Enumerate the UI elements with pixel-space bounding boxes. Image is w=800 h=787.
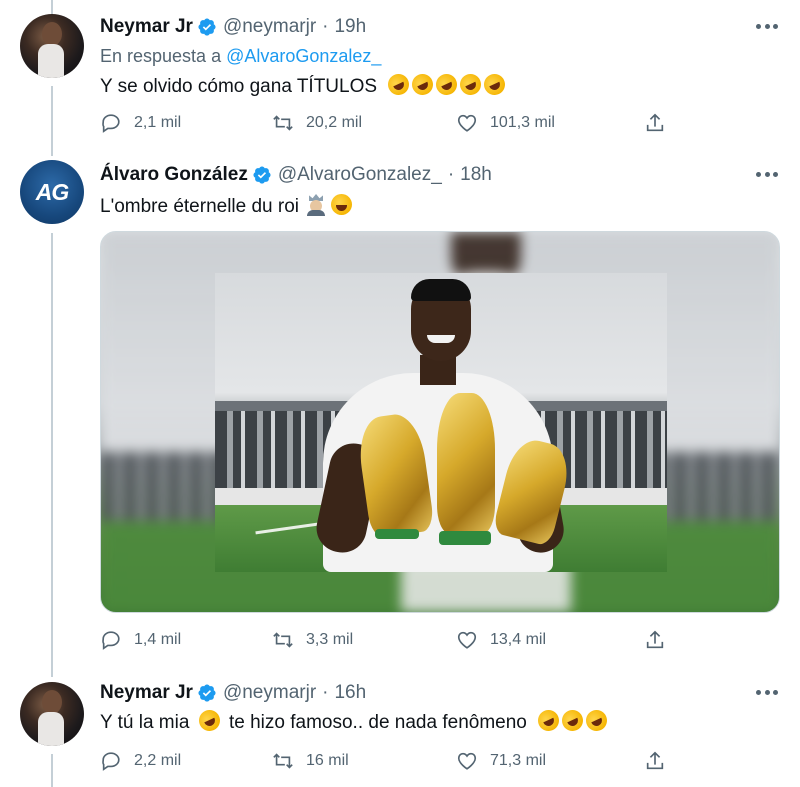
retweet-icon	[273, 115, 293, 131]
tweet[interactable]: Neymar Jr @neymarjr · 19h En respuesta a…	[0, 0, 800, 150]
verified-badge-icon	[198, 684, 216, 702]
tweet-header: Álvaro González @AlvaroGonzalez_ · 18h	[100, 162, 492, 188]
tweet-text: Y se olvido cómo gana TÍTULOS	[100, 70, 509, 99]
author-handle[interactable]: @neymarjr	[223, 16, 316, 38]
reply-icon	[102, 631, 120, 650]
rofl-emoji	[195, 706, 224, 735]
tweet-text-content: Y se olvido cómo gana TÍTULOS	[100, 76, 378, 97]
rofl-emoji	[432, 70, 461, 99]
share-icon	[646, 630, 664, 649]
reply-icon	[102, 752, 120, 771]
rofl-emoji	[456, 70, 485, 99]
retweet-button[interactable]: 20,2 mil	[272, 110, 362, 136]
rofl-emoji	[582, 706, 611, 735]
author-handle[interactable]: @AlvaroGonzalez_	[278, 164, 442, 186]
timestamp[interactable]: 18h	[460, 164, 492, 186]
like-icon	[457, 631, 477, 649]
like-count: 13,4 mil	[490, 631, 547, 648]
king-emoji	[305, 194, 327, 216]
separator: ·	[322, 682, 329, 703]
photo-pele-with-trophies	[215, 273, 667, 572]
tweet-header: Neymar Jr @neymarjr · 19h	[100, 14, 366, 40]
share-icon	[646, 751, 664, 770]
retweet-count: 3,3 mil	[306, 631, 354, 648]
like-icon	[457, 752, 477, 770]
share-icon	[646, 113, 664, 132]
like-icon	[457, 114, 477, 132]
rofl-emoji	[558, 706, 587, 735]
retweet-button[interactable]: 3,3 mil	[272, 627, 353, 653]
rofl-emoji	[384, 70, 413, 99]
tears-of-joy-emoji	[331, 194, 353, 215]
more-icon[interactable]	[756, 22, 778, 30]
avatar[interactable]	[20, 682, 84, 746]
reply-button[interactable]: 1,4 mil	[100, 627, 181, 653]
reply-count: 2,2 mil	[134, 752, 182, 769]
reply-count: 1,4 mil	[134, 631, 182, 648]
timestamp[interactable]: 16h	[334, 682, 366, 704]
tweet-header: Neymar Jr @neymarjr · 16h	[100, 680, 366, 706]
rofl-emoji	[408, 70, 437, 99]
separator: ·	[447, 164, 455, 185]
reply-context: En respuesta a @AlvaroGonzalez_	[100, 46, 381, 67]
author-name[interactable]: Neymar Jr	[100, 682, 193, 704]
avatar[interactable]: AG	[20, 160, 84, 224]
retweet-count: 16 mil	[306, 752, 349, 769]
like-button[interactable]: 71,3 mil	[456, 748, 546, 774]
reply-handle-link[interactable]: @AlvaroGonzalez_	[226, 46, 381, 66]
retweet-icon	[273, 753, 293, 769]
more-icon[interactable]	[756, 688, 778, 696]
avatar-monogram: AG	[35, 179, 70, 205]
rofl-emoji	[534, 706, 563, 735]
share-button[interactable]	[644, 110, 666, 136]
author-name[interactable]: Álvaro González	[100, 164, 248, 186]
tweet[interactable]: Neymar Jr @neymarjr · 16h Y tú la mia te…	[0, 670, 800, 787]
tweet-text: L'ombre éternelle du roi	[100, 194, 353, 218]
rofl-emoji	[480, 70, 509, 99]
share-button[interactable]	[644, 627, 666, 653]
verified-badge-icon	[198, 18, 216, 36]
like-button[interactable]: 101,3 mil	[456, 110, 555, 136]
tweet-actions: 1,4 mil 3,3 mil 13,4 mil	[100, 627, 680, 653]
tweet-media-image[interactable]	[100, 231, 780, 613]
reply-prefix: En respuesta a	[100, 46, 222, 66]
like-count: 71,3 mil	[490, 752, 547, 769]
tweet-text-after: te hizo famoso.. de nada fenômeno	[228, 712, 527, 733]
share-button[interactable]	[644, 748, 666, 774]
author-handle[interactable]: @neymarjr	[223, 682, 316, 704]
like-button[interactable]: 13,4 mil	[456, 627, 546, 653]
timestamp[interactable]: 19h	[334, 16, 366, 38]
reply-count: 2,1 mil	[134, 114, 182, 131]
reply-icon	[102, 114, 120, 133]
tweet-actions: 2,1 mil 20,2 mil 101,3 mil	[100, 110, 680, 136]
reply-button[interactable]: 2,1 mil	[100, 110, 181, 136]
more-icon[interactable]	[756, 170, 778, 178]
retweet-icon	[273, 632, 293, 648]
tweet-actions: 2,2 mil 16 mil 71,3 mil	[100, 748, 680, 774]
retweet-count: 20,2 mil	[306, 114, 363, 131]
reply-button[interactable]: 2,2 mil	[100, 748, 181, 774]
tweet-text: Y tú la mia te hizo famoso.. de nada fen…	[100, 706, 611, 735]
author-name[interactable]: Neymar Jr	[100, 16, 193, 38]
tweet-text-before: Y tú la mia	[100, 712, 190, 733]
like-count: 101,3 mil	[490, 114, 555, 131]
avatar[interactable]	[20, 14, 84, 78]
tweet-text-content: L'ombre éternelle du roi	[100, 196, 300, 217]
verified-badge-icon	[253, 166, 271, 184]
retweet-button[interactable]: 16 mil	[272, 748, 349, 774]
separator: ·	[322, 16, 329, 37]
